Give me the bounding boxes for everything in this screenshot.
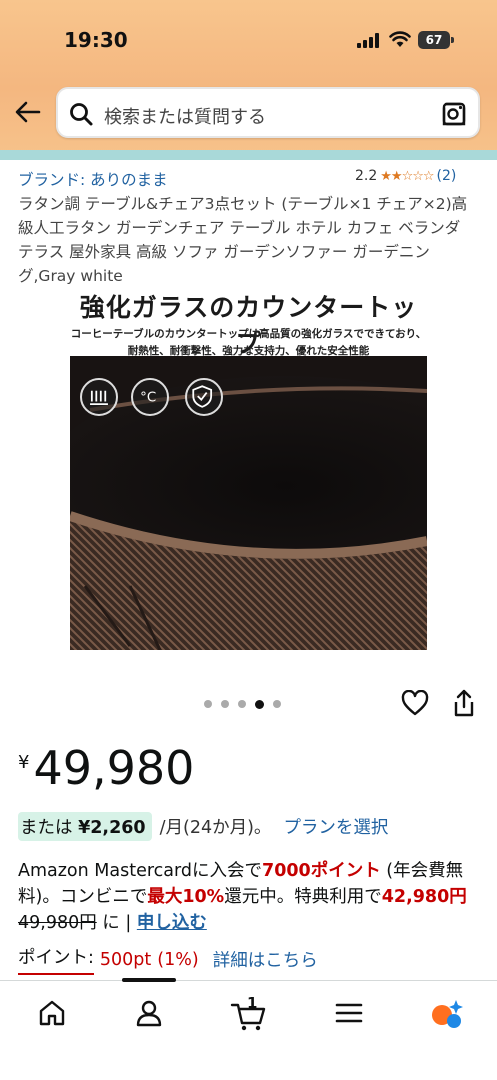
points-details-link[interactable]: 詳細はこちら [213, 947, 318, 972]
apply-link[interactable]: 申し込む [137, 913, 207, 933]
rating-summary[interactable]: 2.2 ★★☆☆☆ (2) [355, 168, 456, 184]
promo-points: 7000ポイント [262, 861, 381, 881]
rating-stars-icon: ★★☆☆☆ [380, 168, 434, 184]
bottom-nav: 1 [0, 978, 497, 1080]
rattan-table-photo [70, 356, 427, 650]
rattan-table-illustration [70, 356, 427, 650]
search-bar[interactable]: 検索または質問する [56, 87, 480, 138]
promo-text-1: Amazon Mastercardに入会で [18, 861, 263, 881]
installment-amount: ¥2,260 [78, 818, 146, 838]
installment-period: /月(24か月)。 [159, 818, 272, 838]
points-value: 500pt [99, 949, 152, 970]
battery-icon: 67 [418, 31, 454, 49]
share-icon[interactable] [451, 688, 477, 718]
temperature-celsius-icon: °C [131, 378, 169, 416]
points-label: ポイント: [18, 944, 94, 975]
image-carousel-dots[interactable] [204, 699, 281, 709]
menu-icon[interactable] [333, 997, 365, 1029]
heat-resistance-icon [80, 378, 118, 416]
card-promo: Amazon Mastercardに入会で7000ポイント (年会費無料)。コン… [18, 858, 480, 936]
select-plan-link[interactable]: プランを選択 [283, 814, 388, 839]
installment-or: または [20, 818, 73, 838]
installment-row: または ¥2,260 /月(24か月)。 プランを選択 [18, 812, 388, 841]
wifi-icon [389, 31, 411, 47]
carousel-dot[interactable] [221, 700, 229, 708]
cellular-signal-icon [357, 33, 381, 48]
svg-text:°C: °C [140, 390, 156, 405]
carousel-dot[interactable] [204, 700, 212, 708]
rating-count[interactable]: (2) [437, 168, 457, 184]
price-currency: ¥ [18, 752, 30, 773]
product-image[interactable]: 強化ガラスのカウンタートップ コーヒーテーブルのカウンタートップは高品質の強化ガ… [70, 286, 427, 650]
promo-discount: 最大10% [147, 887, 225, 907]
cart-button[interactable]: 1 [230, 994, 268, 1033]
product-title: ラタン調 テーブル&チェア3点セット (テーブル×1 チェア×2)高級人工ラタン… [18, 195, 468, 285]
rufus-icon[interactable] [428, 997, 464, 1031]
back-arrow-icon[interactable] [14, 98, 42, 126]
app-header: 19:30 67 検索または質問する [0, 0, 497, 160]
search-input[interactable]: 検索または質問する [104, 103, 266, 129]
home-icon[interactable] [36, 997, 68, 1029]
brand-link[interactable]: ブランド: ありのまま [18, 168, 168, 190]
active-tab-indicator [122, 978, 176, 982]
image-subtext: コーヒーテーブルのカウンタートップは高品質の強化ガラスでできており、 耐熱性、耐… [70, 326, 427, 360]
battery-level: 67 [418, 31, 450, 49]
carousel-dot[interactable] [273, 700, 281, 708]
status-time: 19:30 [64, 28, 128, 52]
promo-old-price: 49,980円 [18, 913, 97, 933]
promo-new-price: 42,980円 [381, 887, 467, 907]
price: ¥ 49,980 [18, 738, 194, 798]
carousel-dot[interactable] [238, 700, 246, 708]
account-icon[interactable] [133, 997, 165, 1029]
carousel-dot[interactable] [255, 699, 264, 709]
price-value: 49,980 [33, 741, 195, 795]
cart-count: 1 [247, 994, 258, 1012]
status-bar: 19:30 67 [0, 0, 497, 80]
search-icon [70, 103, 93, 126]
rating-value: 2.2 [355, 168, 378, 184]
camera-search-icon[interactable] [440, 100, 468, 128]
promo-text-3: 還元中。特典利用で [224, 887, 382, 907]
promo-text-4: に | [96, 913, 137, 933]
points-percent: (1%) [157, 949, 199, 970]
image-subtext-line-1: コーヒーテーブルのカウンタートップは高品質の強化ガラスでできており、 [70, 328, 427, 340]
wishlist-heart-icon[interactable] [401, 690, 429, 716]
installment-badge: または ¥2,260 [18, 812, 152, 841]
shield-check-icon [185, 378, 223, 416]
points-row: ポイント: 500pt (1%) 詳細はこちら [18, 944, 318, 975]
